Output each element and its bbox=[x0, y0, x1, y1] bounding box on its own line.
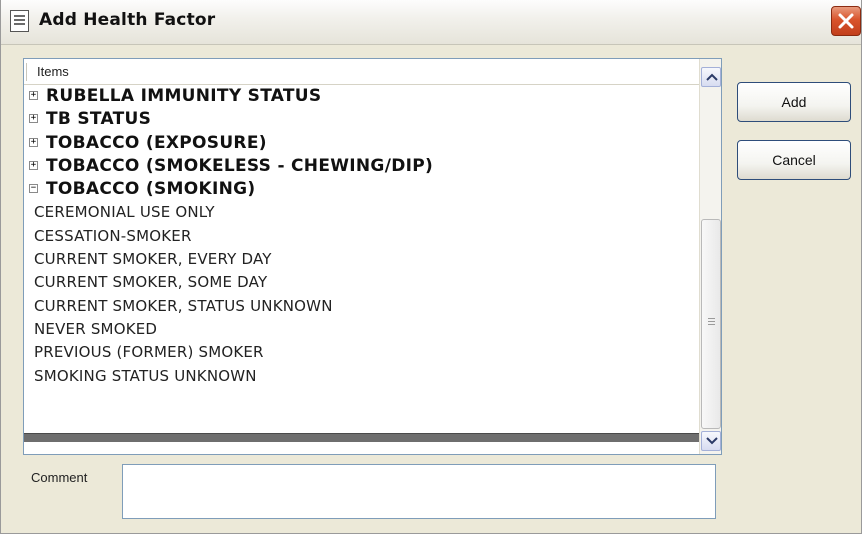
window-title: Add Health Factor bbox=[39, 10, 216, 30]
expand-icon[interactable]: + bbox=[29, 160, 38, 170]
tree-group-tobacco-exposure[interactable]: + TOBACCO (EXPOSURE) bbox=[24, 132, 699, 155]
group-label: TOBACCO (SMOKELESS - CHEWING/DIP) bbox=[46, 155, 434, 176]
tree-item[interactable]: NEVER SMOKED bbox=[24, 318, 699, 341]
tree-rows: + RUBELLA IMMUNITY STATUS + TB STATUS + … bbox=[24, 85, 699, 388]
expand-icon[interactable]: + bbox=[29, 114, 38, 124]
add-button[interactable]: Add bbox=[737, 82, 851, 122]
tree-item[interactable]: CURRENT SMOKER, EVERY DAY bbox=[24, 248, 699, 271]
group-label: RUBELLA IMMUNITY STATUS bbox=[46, 86, 322, 106]
tree-item[interactable]: PREVIOUS (FORMER) SMOKER bbox=[24, 341, 699, 364]
scroll-thumb[interactable] bbox=[701, 219, 721, 429]
scroll-down-button[interactable] bbox=[701, 431, 721, 451]
item-label: NEVER SMOKED bbox=[34, 319, 158, 338]
tree-item[interactable]: CESSATION-SMOKER bbox=[24, 225, 699, 248]
tree-item[interactable]: CURRENT SMOKER, STATUS UNKNOWN bbox=[24, 295, 699, 318]
dialog-window: Add Health Factor Items + RUBELLA IMMUNI… bbox=[0, 0, 862, 534]
expand-icon[interactable]: + bbox=[29, 91, 38, 100]
comment-field[interactable] bbox=[122, 464, 716, 519]
item-label: CURRENT SMOKER, STATUS UNKNOWN bbox=[34, 296, 333, 315]
cancel-button[interactable]: Cancel bbox=[737, 140, 851, 180]
collapse-icon[interactable]: − bbox=[29, 184, 38, 194]
tree-item[interactable]: CURRENT SMOKER, SOME DAY bbox=[24, 271, 699, 294]
health-factor-tree[interactable]: Items + RUBELLA IMMUNITY STATUS + TB STA… bbox=[23, 58, 722, 455]
tree-group-tobacco-smoking[interactable]: − TOBACCO (SMOKING) bbox=[24, 178, 699, 201]
tree-group-rubella[interactable]: + RUBELLA IMMUNITY STATUS bbox=[24, 85, 699, 108]
group-label: TB STATUS bbox=[46, 109, 152, 130]
list-header: Items bbox=[24, 59, 699, 85]
item-label: SMOKING STATUS UNKNOWN bbox=[34, 366, 257, 385]
chevron-up-icon bbox=[706, 73, 718, 81]
tree-group-tobacco-smokeless[interactable]: + TOBACCO (SMOKELESS - CHEWING/DIP) bbox=[24, 155, 699, 178]
tree-group-tb-status[interactable]: + TB STATUS bbox=[24, 108, 699, 131]
item-label: CESSATION-SMOKER bbox=[34, 226, 192, 245]
item-label: CURRENT SMOKER, EVERY DAY bbox=[34, 250, 272, 269]
window-icon bbox=[10, 10, 29, 32]
items-column-header: Items bbox=[37, 64, 69, 79]
expand-icon[interactable]: + bbox=[29, 137, 38, 147]
group-label: TOBACCO (SMOKING) bbox=[46, 179, 256, 200]
item-label: CEREMONIAL USE ONLY bbox=[34, 203, 215, 222]
group-label: TOBACCO (EXPOSURE) bbox=[46, 132, 267, 153]
list-footer-bar bbox=[24, 433, 699, 442]
item-label: CURRENT SMOKER, SOME DAY bbox=[34, 273, 268, 292]
chevron-down-icon bbox=[706, 437, 718, 445]
tree-item[interactable]: SMOKING STATUS UNKNOWN bbox=[24, 365, 699, 388]
item-label: PREVIOUS (FORMER) SMOKER bbox=[34, 343, 264, 362]
scroll-up-button[interactable] bbox=[701, 67, 721, 87]
close-button[interactable] bbox=[831, 6, 861, 36]
title-bar[interactable]: Add Health Factor bbox=[1, 0, 861, 45]
close-icon bbox=[838, 13, 854, 29]
comment-label: Comment bbox=[31, 470, 88, 485]
tree-item[interactable]: CEREMONIAL USE ONLY bbox=[24, 201, 699, 224]
vertical-scrollbar[interactable] bbox=[699, 59, 721, 454]
